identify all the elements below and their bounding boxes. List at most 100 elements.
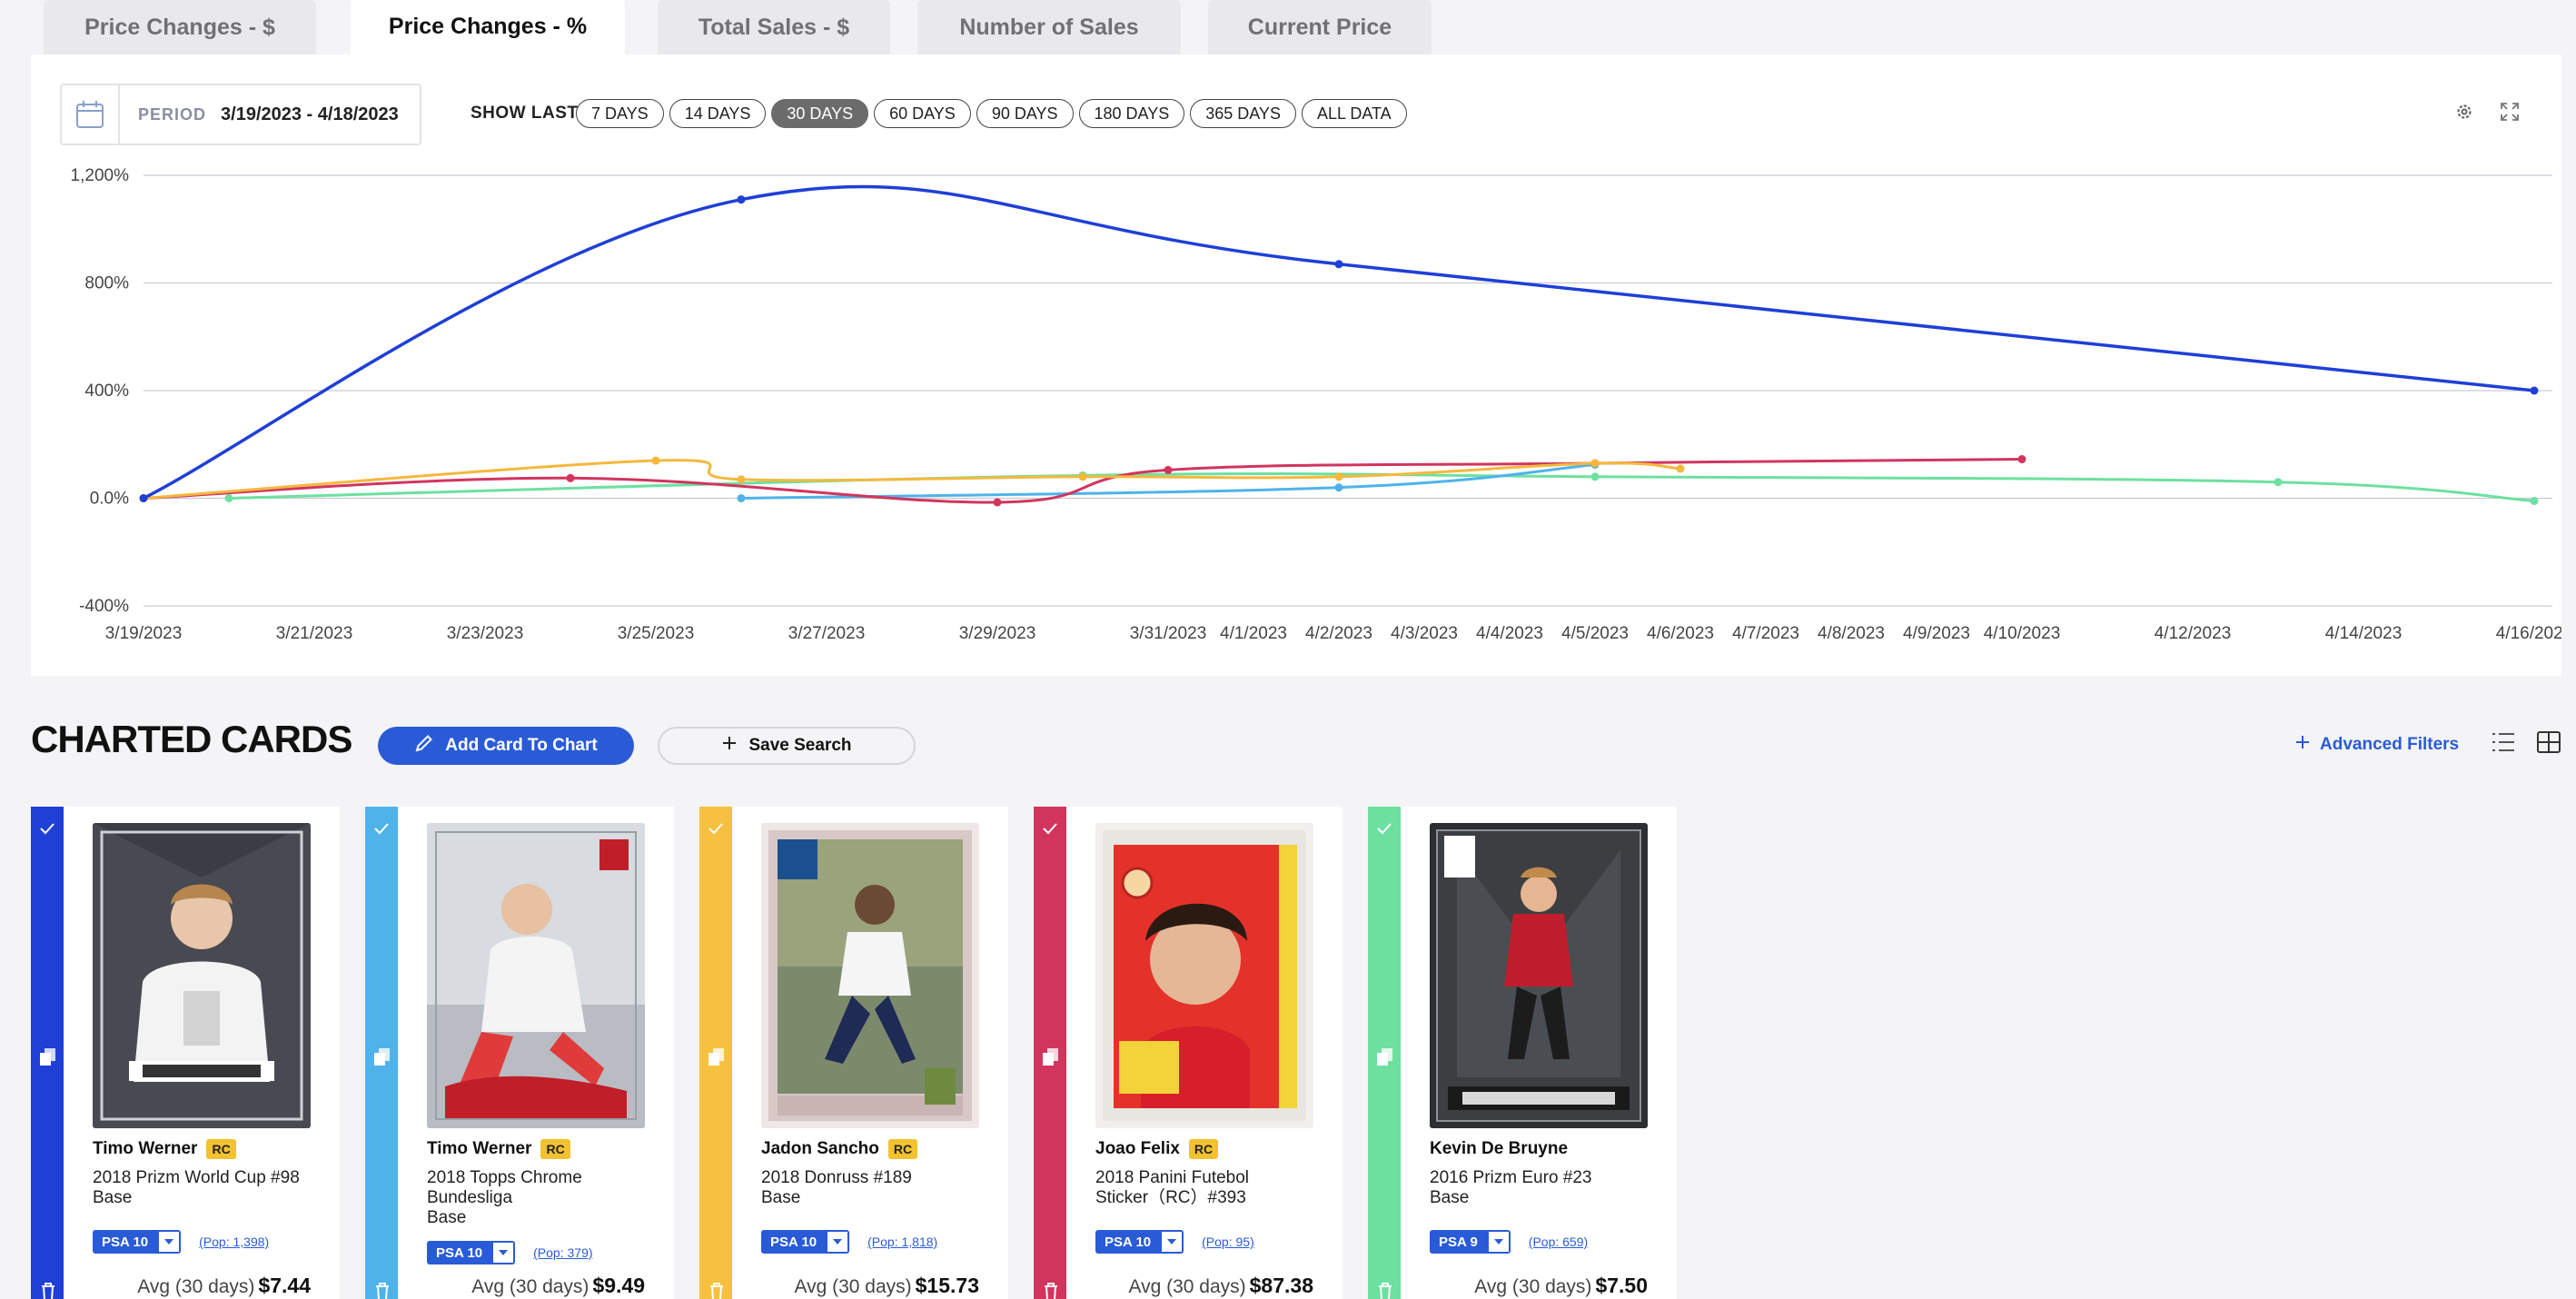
trash-icon[interactable]: [1376, 1281, 1394, 1299]
rookie-badge: RC: [887, 1139, 918, 1159]
avg-value: $7.50: [1595, 1274, 1648, 1297]
plus-icon: [2294, 734, 2311, 756]
advanced-filters-link[interactable]: Advanced Filters: [2294, 734, 2459, 756]
chevron-down-icon[interactable]: [157, 1230, 182, 1254]
tab-total-sales[interactable]: Total Sales - $: [658, 0, 890, 55]
trash-icon[interactable]: [708, 1281, 726, 1299]
chart-tabs: Price Changes - $ Price Changes - % Tota…: [0, 0, 2576, 55]
x-tick-label: 4/8/2023: [1818, 624, 1885, 643]
save-search-label: Save Search: [748, 736, 852, 755]
population-link[interactable]: (Pop: 659): [1529, 1235, 1588, 1249]
copy-icon[interactable]: [372, 1046, 392, 1068]
card-item[interactable]: Kevin De Bruyne 2016 Prizm Euro #23 Base PS…: [1368, 807, 1677, 1299]
x-tick-label: 4/5/2023: [1561, 624, 1629, 643]
card-item[interactable]: Timo Werner RC 2018 Topps Chrome Bundesliga…: [365, 807, 674, 1299]
x-tick-label: 4/12/2023: [2155, 624, 2232, 643]
card-item[interactable]: Joao Felix RC 2018 Panini Futebol Sticker（R…: [1034, 807, 1342, 1299]
tab-number-of-sales[interactable]: Number of Sales: [917, 0, 1181, 55]
grade-select[interactable]: PSA 10: [761, 1230, 850, 1254]
x-tick-label: 4/9/2023: [1903, 624, 1970, 643]
x-tick-label: 3/25/2023: [618, 624, 695, 643]
price-change-chart: 1,200% 800% 400% 0.0% -400% 3/19/2023 3/21/202…: [71, 166, 2561, 643]
card-item[interactable]: Timo Werner RC 2018 Prizm World Cup #98 Bas…: [31, 807, 340, 1299]
card-color-strip: [31, 807, 64, 1299]
tab-current-price[interactable]: Current Price: [1208, 0, 1432, 55]
trash-icon[interactable]: [373, 1281, 391, 1299]
card-color-strip: [699, 807, 732, 1299]
grade-select[interactable]: PSA 10: [93, 1230, 182, 1254]
population-link[interactable]: (Pop: 95): [1202, 1235, 1254, 1249]
data-point: [1676, 464, 1685, 473]
grade-select[interactable]: PSA 10: [427, 1241, 516, 1264]
chevron-down-icon[interactable]: [1486, 1230, 1511, 1254]
card-set-info: 2016 Prizm Euro #23 Base: [1430, 1168, 1657, 1208]
chevron-down-icon[interactable]: [491, 1241, 516, 1264]
charted-cards-title: CHARTED CARDS: [31, 718, 352, 760]
card-set-info: 2018 Prizm World Cup #98 Base: [93, 1168, 320, 1208]
copy-icon[interactable]: [707, 1046, 727, 1068]
check-icon[interactable]: [1375, 819, 1393, 838]
card-color-strip: [1368, 807, 1401, 1299]
grade-select[interactable]: PSA 10: [1095, 1230, 1184, 1254]
card-image[interactable]: [1430, 823, 1648, 1128]
x-tick-label: 4/2/2023: [1305, 624, 1372, 643]
chevron-down-icon[interactable]: [1160, 1230, 1184, 1254]
add-card-button[interactable]: Add Card To Chart: [378, 727, 634, 765]
card-set-line: Base: [761, 1188, 801, 1207]
x-tick-label: 4/3/2023: [1391, 624, 1458, 643]
data-point: [1334, 472, 1343, 481]
grade-select[interactable]: PSA 9: [1430, 1230, 1511, 1254]
tab-price-changes-dollar[interactable]: Price Changes - $: [44, 0, 316, 55]
avg-value: $9.49: [592, 1274, 645, 1297]
card-image[interactable]: [427, 823, 645, 1128]
data-point: [651, 456, 660, 465]
list-view-icon[interactable]: [2491, 730, 2516, 759]
card-color-strip: [1034, 807, 1066, 1299]
trash-icon[interactable]: [39, 1281, 57, 1299]
grade-label: PSA 10: [93, 1230, 158, 1254]
check-icon[interactable]: [707, 819, 725, 838]
y-tick-label: -400%: [79, 597, 129, 616]
avg-label: Avg (30 days): [1128, 1276, 1246, 1297]
avg-price: Avg (30 days) $7.50: [1474, 1274, 1648, 1298]
x-tick-label: 3/31/2023: [1130, 624, 1207, 643]
rookie-badge: RC: [540, 1139, 570, 1159]
check-icon[interactable]: [372, 819, 391, 838]
x-tick-label: 3/29/2023: [959, 624, 1036, 643]
grid-view-icon[interactable]: [2536, 730, 2561, 759]
card-item[interactable]: Jadon Sancho RC 2018 Donruss #189 Base PSA 1…: [699, 807, 1008, 1299]
data-point: [2274, 478, 2283, 487]
chevron-down-icon[interactable]: [826, 1230, 850, 1254]
copy-icon[interactable]: [1041, 1046, 1061, 1068]
tab-price-changes-percent[interactable]: Price Changes - %: [351, 0, 625, 55]
copy-icon[interactable]: [38, 1046, 58, 1068]
card-set-info: 2018 Panini Futebol Sticker（RC）#393: [1095, 1168, 1323, 1208]
check-icon[interactable]: [38, 819, 56, 838]
card-set-line: 2018 Prizm World Cup #98: [93, 1168, 300, 1187]
avg-value: $7.44: [258, 1274, 311, 1297]
population-link[interactable]: (Pop: 379): [533, 1245, 592, 1260]
add-card-label: Add Card To Chart: [445, 736, 598, 755]
data-point: [737, 494, 746, 502]
card-set-line: Base: [1430, 1188, 1470, 1207]
save-search-button[interactable]: Save Search: [658, 727, 916, 765]
card-image[interactable]: [1095, 823, 1313, 1128]
avg-price: Avg (30 days) $87.38: [1128, 1274, 1313, 1298]
copy-icon[interactable]: [1375, 1046, 1395, 1068]
card-color-strip: [365, 807, 398, 1299]
data-point: [139, 494, 148, 502]
grade-row: PSA 10 (Pop: 1,398): [93, 1230, 269, 1254]
card-image[interactable]: [761, 823, 979, 1128]
check-icon[interactable]: [1041, 819, 1059, 838]
population-link[interactable]: (Pop: 1,398): [199, 1235, 269, 1249]
card-player-name: Timo Werner RC: [93, 1139, 236, 1159]
card-set-line: 2018 Donruss #189: [761, 1168, 912, 1187]
card-image[interactable]: [93, 823, 311, 1128]
trash-icon[interactable]: [1042, 1281, 1060, 1299]
avg-label: Avg (30 days): [1474, 1276, 1592, 1297]
grade-label: PSA 10: [761, 1230, 827, 1254]
card-set-line: 2018 Topps Chrome: [427, 1168, 582, 1187]
population-link[interactable]: (Pop: 1,818): [867, 1235, 937, 1249]
grade-row: PSA 10 (Pop: 95): [1095, 1230, 1254, 1254]
x-tick-label: 3/19/2023: [105, 624, 183, 643]
